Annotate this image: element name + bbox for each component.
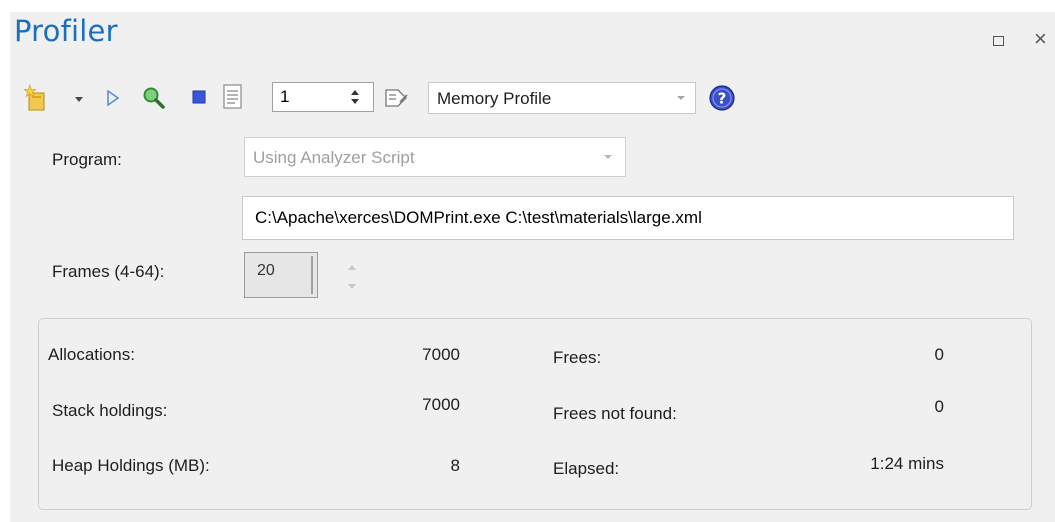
new-session-icon[interactable]	[24, 84, 50, 112]
frees-not-found-label: Frees not found:	[553, 404, 677, 423]
chevron-down-icon	[677, 96, 685, 100]
elapsed-value: 1:24 mins	[870, 454, 944, 473]
allocations-value: 7000	[422, 345, 460, 364]
close-icon[interactable]: ×	[1034, 26, 1047, 52]
frees-not-found-value: 0	[934, 397, 944, 416]
maximize-icon[interactable]	[993, 36, 1004, 46]
report-icon[interactable]	[222, 84, 244, 110]
frames-value: 20	[257, 262, 275, 279]
program-dropdown-arrow[interactable]	[591, 138, 625, 176]
heap-holdings-value: 8	[450, 456, 460, 475]
threads-spin-arrows-icon[interactable]	[348, 86, 362, 108]
frames-label: Frames (4-64):	[52, 262, 165, 281]
marker-icon[interactable]	[384, 86, 410, 110]
search-icon[interactable]	[142, 86, 166, 110]
frees-value: 0	[934, 345, 944, 364]
help-icon[interactable]: ?	[708, 84, 736, 112]
profile-type-dropdown[interactable]: Memory Profile	[428, 82, 696, 114]
allocations-label: Allocations:	[48, 345, 135, 364]
elapsed-label: Elapsed:	[553, 459, 620, 478]
frames-field[interactable]: 20	[244, 252, 318, 298]
stack-holdings-label: Stack holdings:	[52, 401, 168, 420]
command-line-input[interactable]	[243, 197, 1013, 239]
command-line-field[interactable]	[242, 196, 1014, 240]
dropdown-arrow-icon[interactable]	[74, 96, 84, 104]
chevron-down-icon	[604, 155, 612, 159]
program-dropdown[interactable]: Using Analyzer Script	[244, 137, 626, 177]
stop-icon[interactable]	[192, 90, 206, 104]
threads-input[interactable]	[276, 86, 350, 108]
profile-type-arrow[interactable]	[667, 83, 695, 113]
frames-field-edge	[311, 256, 313, 294]
frames-spin-arrows-icon[interactable]	[340, 256, 364, 296]
heap-holdings-label: Heap Holdings (MB):	[52, 456, 210, 475]
play-icon[interactable]	[106, 90, 120, 106]
stack-holdings-value: 7000	[422, 395, 460, 414]
threads-spin-box[interactable]	[272, 82, 374, 112]
program-value: Using Analyzer Script	[253, 148, 415, 167]
profile-type-value: Memory Profile	[437, 89, 552, 108]
frees-label: Frees:	[553, 348, 602, 367]
program-label: Program:	[52, 150, 122, 169]
svg-text:?: ?	[718, 90, 727, 108]
window-title: Profiler	[14, 14, 118, 48]
